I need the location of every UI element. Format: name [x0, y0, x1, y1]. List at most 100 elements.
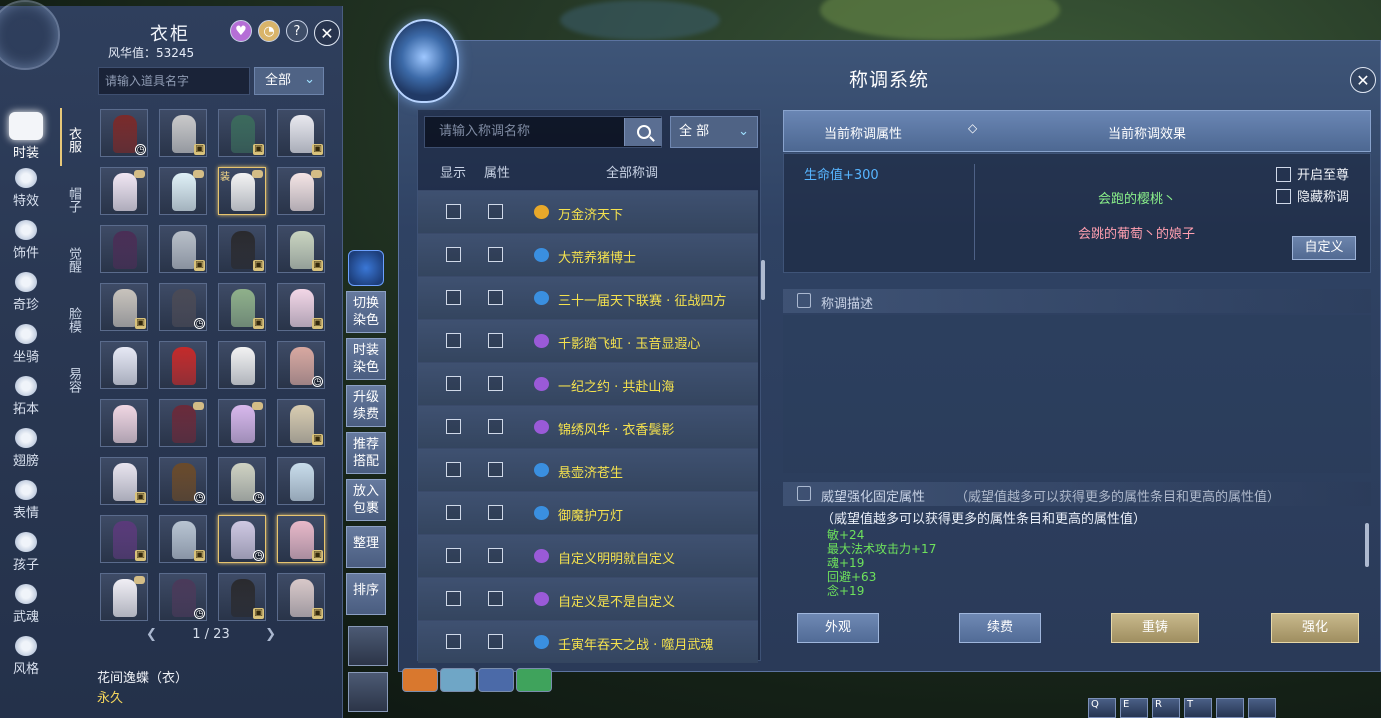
action-button-3[interactable]: 推荐 搭配 — [346, 432, 386, 474]
outfit-slot[interactable]: ◷ — [100, 109, 148, 157]
attr-checkbox[interactable] — [488, 204, 503, 219]
outfit-slot[interactable]: ▣ — [100, 515, 148, 563]
outfit-slot[interactable] — [159, 399, 207, 447]
show-checkbox[interactable] — [446, 247, 461, 262]
title-row[interactable]: 自定义是不是自定义 — [418, 577, 758, 620]
show-checkbox[interactable] — [446, 376, 461, 391]
skill-slot[interactable] — [478, 668, 514, 692]
nav-item-10[interactable]: 风格 — [4, 630, 48, 682]
show-checkbox[interactable] — [446, 505, 461, 520]
option-hide[interactable]: 隐藏称调 — [1276, 186, 1349, 205]
hotkey-slot[interactable]: E — [1120, 698, 1148, 718]
attr-checkbox[interactable] — [488, 505, 503, 520]
outfit-slot[interactable]: ▣ — [159, 225, 207, 273]
renew-button[interactable]: 续费 — [959, 613, 1041, 643]
action-button-1[interactable]: 时装 染色 — [346, 338, 386, 380]
show-checkbox[interactable] — [446, 333, 461, 348]
custom-button[interactable]: 自定义 — [1292, 236, 1356, 260]
nav-item-5[interactable]: 拓本 — [4, 370, 48, 422]
nav-item-4[interactable]: 坐骑 — [4, 318, 48, 370]
outfit-slot[interactable] — [100, 225, 148, 273]
prev-page-icon[interactable]: ❮ — [146, 627, 157, 642]
title-row[interactable]: 自定义明明就自定义 — [418, 534, 758, 577]
outfit-slot[interactable]: ▣ — [277, 109, 325, 157]
outfit-slot[interactable] — [100, 341, 148, 389]
outfit-slot[interactable]: ◷ — [159, 457, 207, 505]
bell-icon[interactable]: ◔ — [258, 20, 280, 42]
checkbox[interactable] — [1276, 189, 1291, 204]
nav-item-6[interactable]: 翅膀 — [4, 422, 48, 474]
preview-thumb-1[interactable] — [348, 626, 388, 666]
close-icon[interactable]: ✕ — [1350, 67, 1376, 93]
title-filter-dropdown[interactable]: 全 部 ⌄ — [670, 116, 758, 148]
attr-checkbox[interactable] — [488, 247, 503, 262]
list-scrollbar[interactable] — [761, 260, 765, 300]
nav-item-8[interactable]: 孩子 — [4, 526, 48, 578]
close-icon[interactable]: ✕ — [314, 20, 340, 46]
nav-item-0[interactable]: 时装 — [4, 110, 48, 162]
next-page-icon[interactable]: ❯ — [265, 627, 276, 642]
show-checkbox[interactable] — [446, 419, 461, 434]
outfit-slot[interactable] — [277, 457, 325, 505]
attr-checkbox[interactable] — [488, 333, 503, 348]
outfit-slot[interactable] — [218, 341, 266, 389]
outfit-slot[interactable]: ▣ — [218, 109, 266, 157]
title-row[interactable]: 悬壶济苍生 — [418, 448, 758, 491]
attr-checkbox[interactable] — [488, 591, 503, 606]
action-button-4[interactable]: 放入 包裹 — [346, 479, 386, 521]
wardrobe-filter-dropdown[interactable]: 全部 ⌄ — [254, 67, 324, 95]
show-checkbox[interactable] — [446, 204, 461, 219]
outfit-slot[interactable]: ▣ — [277, 515, 325, 563]
outfit-slot[interactable] — [100, 167, 148, 215]
outfit-slot[interactable]: ▣ — [277, 573, 325, 621]
outfit-slot[interactable]: ▣ — [277, 283, 325, 331]
show-checkbox[interactable] — [446, 591, 461, 606]
hotkey-slot[interactable]: R — [1152, 698, 1180, 718]
outfit-slot[interactable]: ◷ — [159, 283, 207, 331]
outfit-slot[interactable] — [100, 399, 148, 447]
category-tab-4[interactable]: 易容 — [64, 350, 83, 410]
outfit-slot[interactable]: 装 — [218, 167, 266, 215]
action-button-5[interactable]: 整理 — [346, 526, 386, 568]
attr-checkbox[interactable] — [488, 462, 503, 477]
action-button-6[interactable]: 排序 — [346, 573, 386, 615]
checkbox[interactable] — [1276, 167, 1291, 182]
attr-checkbox[interactable] — [488, 376, 503, 391]
category-tab-3[interactable]: 脸模 — [64, 290, 83, 350]
outfit-slot[interactable]: ▣ — [277, 225, 325, 273]
item-search-input[interactable]: 请输入道具名字 — [98, 67, 250, 95]
hotkey-slot[interactable]: T — [1184, 698, 1212, 718]
swirl-icon[interactable] — [348, 250, 384, 286]
category-tab-2[interactable]: 觉醒 — [64, 230, 83, 290]
title-row[interactable]: 壬寅年吞天之战 · 噬月武魂 — [418, 620, 758, 663]
hotkey-slot[interactable]: Q — [1088, 698, 1116, 718]
outfit-slot[interactable]: ◷ — [218, 457, 266, 505]
title-row[interactable]: 万金济天下 — [418, 190, 758, 233]
outfit-slot[interactable]: ▣ — [100, 283, 148, 331]
skill-slot[interactable] — [440, 668, 476, 692]
title-row[interactable]: 锦绣风华 · 衣香鬓影 — [418, 405, 758, 448]
attr-checkbox[interactable] — [488, 548, 503, 563]
title-row[interactable]: 御魔护万灯 — [418, 491, 758, 534]
show-checkbox[interactable] — [446, 634, 461, 649]
hotkey-slot[interactable] — [1248, 698, 1276, 718]
outfit-slot[interactable] — [159, 341, 207, 389]
appearance-button[interactable]: 外观 — [797, 613, 879, 643]
outfit-slot[interactable]: ▣ — [218, 225, 266, 273]
enhance-button[interactable]: 强化 — [1271, 613, 1359, 643]
outfit-slot[interactable]: ◷ — [159, 573, 207, 621]
outfit-slot[interactable]: ▣ — [218, 573, 266, 621]
skill-slot[interactable] — [516, 668, 552, 692]
category-tab-0[interactable]: 衣服 — [64, 110, 83, 170]
recast-button[interactable]: 重铸 — [1111, 613, 1199, 643]
skill-slot[interactable] — [402, 668, 438, 692]
outfit-slot[interactable]: ▣ — [100, 457, 148, 505]
category-tab-1[interactable]: 帽子 — [64, 170, 83, 230]
nav-item-1[interactable]: 特效 — [4, 162, 48, 214]
action-button-0[interactable]: 切换 染色 — [346, 291, 386, 333]
outfit-slot[interactable] — [159, 167, 207, 215]
title-row[interactable]: 千影踏飞虹 · 玉音显遐心 — [418, 319, 758, 362]
attr-checkbox[interactable] — [488, 634, 503, 649]
fame-icon[interactable]: ♥ — [230, 20, 252, 42]
outfit-slot[interactable]: ▣ — [277, 399, 325, 447]
